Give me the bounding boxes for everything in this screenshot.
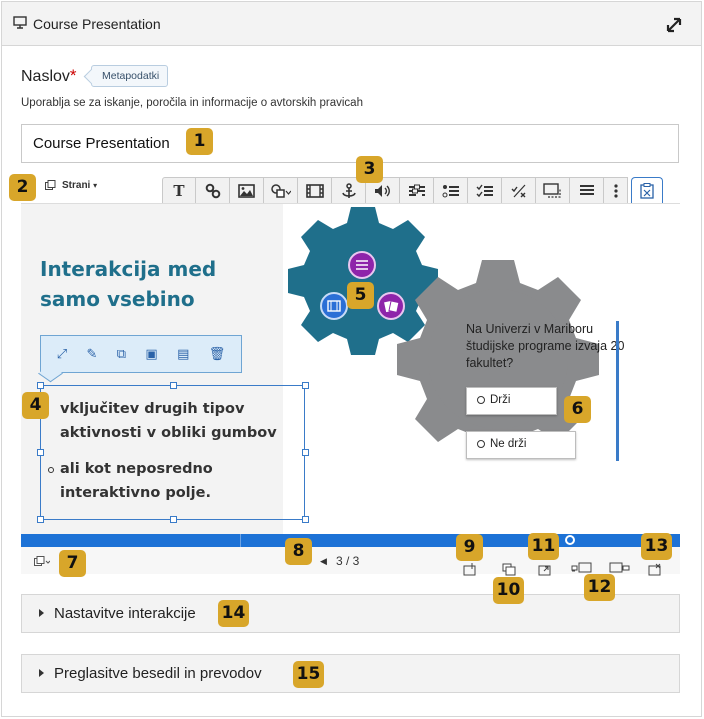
slide-progress-bar <box>21 534 680 547</box>
title-input[interactable] <box>21 124 679 163</box>
resize-handle[interactable] <box>37 382 44 389</box>
edit-icon[interactable]: ✎ <box>86 346 97 362</box>
content-toolbar: T <box>162 177 663 204</box>
shapes-icon[interactable] <box>264 177 298 204</box>
teal-gear <box>288 207 438 355</box>
callout-badge-12: 12 <box>584 574 615 601</box>
callout-badge-4: 4 <box>22 392 49 419</box>
summary-icon[interactable] <box>536 177 570 204</box>
radio-icon <box>477 440 485 448</box>
pages-dropdown[interactable]: Strani ▾ <box>45 180 97 191</box>
import-slide-icon[interactable] <box>538 563 552 576</box>
pages-icon <box>45 180 56 190</box>
callout-badge-1: 1 <box>186 128 213 155</box>
chevron-down-icon: ▾ <box>93 181 98 191</box>
slide-title: Interakcija med samo vsebino <box>40 257 217 311</box>
editor-header: Course Presentation <box>2 2 701 46</box>
resize-handle[interactable] <box>302 516 309 523</box>
copy-icon[interactable]: ⧉ <box>117 346 126 362</box>
add-slide-icon[interactable] <box>463 563 477 576</box>
true-false-icon[interactable] <box>502 177 536 204</box>
resize-handle[interactable] <box>37 449 44 456</box>
monitor-icon <box>13 16 27 29</box>
resize-icon[interactable]: ⤢ <box>57 346 67 362</box>
resize-handle[interactable] <box>170 382 177 389</box>
video-icon[interactable] <box>298 177 332 204</box>
pages-toggle-icon[interactable] <box>34 556 50 567</box>
callout-badge-11: 11 <box>528 533 559 560</box>
previous-slide-icon[interactable]: ◀ <box>320 556 327 567</box>
link-icon[interactable] <box>196 177 230 204</box>
caret-right-icon <box>39 609 44 617</box>
element-toolbar: ⤢ ✎ ⧉ ▣ ▤ 🗑 <box>40 335 242 373</box>
callout-badge-3: 3 <box>356 156 383 183</box>
page-counter: 3 / 3 <box>336 554 360 568</box>
clone-slide-icon[interactable] <box>502 563 516 576</box>
callout-badge-2: 2 <box>9 174 36 201</box>
callout-badge-6: 6 <box>564 396 591 423</box>
resize-handle[interactable] <box>302 382 309 389</box>
image-icon[interactable] <box>230 177 264 204</box>
delete-slide-icon[interactable] <box>648 563 662 576</box>
quiz-option[interactable]: Ne drži <box>466 431 576 459</box>
bring-front-icon[interactable]: ▣ <box>145 346 157 362</box>
resize-handle[interactable] <box>302 449 309 456</box>
send-back-icon[interactable]: ▤ <box>177 346 189 362</box>
callout-badge-13: 13 <box>641 533 672 560</box>
editor-title: Course Presentation <box>33 16 161 32</box>
callout-badge-8: 8 <box>285 538 312 565</box>
paste-icon[interactable] <box>631 177 663 204</box>
resize-handle[interactable] <box>170 516 177 523</box>
more-options-icon[interactable] <box>604 177 628 204</box>
field-description: Uporablja se za iskanje, poročila in inf… <box>21 97 363 109</box>
video-button-icon <box>320 292 348 320</box>
title-label: Naslov* <box>21 66 77 85</box>
slide-canvas: Interakcija med samo vsebino ⤢ ✎ ⧉ ▣ ▤ 🗑… <box>21 203 680 538</box>
callout-badge-9: 9 <box>456 534 483 561</box>
radio-icon <box>477 396 485 404</box>
required-mark: * <box>69 66 77 85</box>
expand-icon[interactable] <box>665 16 683 34</box>
single-choice-icon[interactable] <box>434 177 468 204</box>
accordion-text-overrides[interactable]: Preglasitve besedil in prevodov <box>21 654 680 693</box>
resize-handle[interactable] <box>37 516 44 523</box>
flashcards-button-icon <box>377 292 405 320</box>
callout-badge-10: 10 <box>493 577 524 604</box>
caret-right-icon <box>39 669 44 677</box>
fill-blanks-icon[interactable] <box>400 177 434 204</box>
list-item: vključitev drugih tipov aktivnosti v obl… <box>60 401 277 441</box>
list-item: ali kot neposredno interaktivno polje. <box>48 457 303 505</box>
quiz-option[interactable]: Drži <box>466 387 557 415</box>
callout-badge-14: 14 <box>218 600 249 627</box>
move-slide-right-icon[interactable] <box>609 562 631 575</box>
callout-badge-5: 5 <box>347 282 374 309</box>
callout-badge-15: 15 <box>293 661 324 688</box>
delete-icon[interactable]: 🗑 <box>209 346 226 362</box>
multiple-choice-icon[interactable] <box>468 177 502 204</box>
fill-blanks-button-icon <box>348 251 376 279</box>
text-icon[interactable]: T <box>162 177 196 204</box>
accordion-interaction-settings[interactable]: Nastavitve interakcije <box>21 594 680 633</box>
callout-badge-7: 7 <box>59 550 86 577</box>
quiz-question: Na Univerzi v Mariboru študijske program… <box>466 322 625 370</box>
slide-text-list: vključitev drugih tipov aktivnosti v obl… <box>48 397 303 517</box>
progress-marker[interactable] <box>565 535 575 545</box>
scroll-indicator <box>616 321 619 461</box>
metadata-button[interactable]: Metapodatki <box>91 65 169 87</box>
list-icon[interactable] <box>570 177 604 204</box>
